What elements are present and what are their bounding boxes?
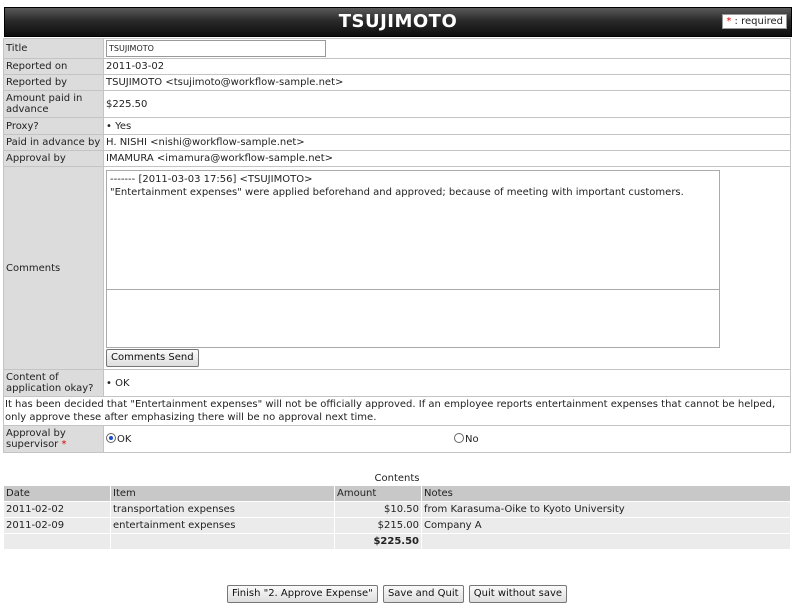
- amount-value: $225.50: [103, 90, 791, 118]
- comments-send-button[interactable]: Comments Send: [106, 348, 199, 367]
- row-date: 2011-02-02: [3, 501, 111, 518]
- proxy-value: • Yes: [103, 117, 791, 135]
- table-row: 2011-02-09 entertainment expenses $215.0…: [3, 517, 791, 534]
- option-no[interactable]: No: [454, 433, 479, 445]
- proxy-value-text: Yes: [115, 120, 132, 132]
- contents-title: Contents: [374, 473, 420, 484]
- option-ok-text: OK: [117, 434, 132, 445]
- page-title: TSUJIMOTO: [338, 11, 458, 32]
- row-notes: from Karasuma-Oike to Kyoto University: [421, 501, 791, 518]
- col-amount: Amount: [334, 485, 422, 502]
- reported-by-value: TSUJIMOTO <tsujimoto@workflow-sample.net…: [103, 74, 791, 91]
- approval-by-value: IMAMURA <imamura@workflow-sample.net>: [103, 150, 791, 167]
- amount-label: Amount paid in advance: [3, 90, 104, 118]
- comment-body: "Entertainment expenses" were applied be…: [110, 186, 684, 198]
- supervisor-label: Approval by supervisor *: [3, 425, 104, 453]
- finish-button[interactable]: Finish "2. Approve Expense": [226, 585, 378, 603]
- col-notes: Notes: [421, 485, 791, 502]
- reported-by-label: Reported by: [3, 74, 104, 91]
- reported-on-value: 2011-03-02: [103, 58, 791, 75]
- col-item: Item: [110, 485, 335, 502]
- table-row: 2011-02-02 transportation expenses $10.5…: [3, 501, 791, 518]
- paid-by-label: Paid in advance by: [3, 134, 104, 151]
- required-star: *: [61, 439, 67, 450]
- required-legend-text: : required: [734, 16, 783, 27]
- content-ok-label: Content of application okay?: [3, 369, 104, 397]
- total-amount: $225.50: [334, 533, 422, 550]
- row-item: entertainment expenses: [110, 517, 335, 534]
- title-label: Title: [3, 38, 104, 59]
- save-quit-button[interactable]: Save and Quit: [382, 585, 464, 603]
- row-notes: Company A: [421, 517, 791, 534]
- page-header: TSUJIMOTO * : required: [4, 7, 792, 37]
- expense-form: Title TSUJIMOTO Reported on 2011-03-02 R…: [3, 38, 791, 453]
- contents-table: Date Item Amount Notes 2011-02-02 transp…: [3, 485, 791, 550]
- supervisor-options: OK No: [103, 425, 791, 453]
- row-date: 2011-02-09: [3, 517, 111, 534]
- reported-on-label: Reported on: [3, 58, 104, 75]
- table-header-row: Date Item Amount Notes: [3, 485, 791, 502]
- col-date: Date: [3, 485, 111, 502]
- option-no-text: No: [465, 434, 479, 445]
- radio-ok[interactable]: [106, 433, 116, 443]
- row-amount: $215.00: [334, 517, 422, 534]
- content-ok-value-text: OK: [115, 377, 130, 389]
- table-total-row: $225.50: [3, 533, 791, 550]
- comment-header: ------- [2011-03-03 17:56] <TSUJIMOTO>: [110, 173, 313, 185]
- quit-without-save-button[interactable]: Quit without save: [468, 585, 568, 603]
- comment-input[interactable]: [106, 289, 720, 348]
- row-amount: $10.50: [334, 501, 422, 518]
- policy-notice: It has been decided that "Entertainment …: [3, 396, 791, 426]
- action-bar: Finish "2. Approve Expense" Save and Qui…: [0, 585, 794, 603]
- supervisor-label-text: Approval by supervisor: [6, 428, 66, 450]
- row-item: transportation expenses: [110, 501, 335, 518]
- option-ok[interactable]: OK: [106, 433, 454, 445]
- comments-log[interactable]: ------- [2011-03-03 17:56] <TSUJIMOTO> "…: [106, 169, 720, 290]
- bullet-icon: •: [106, 120, 116, 132]
- approval-by-label: Approval by: [3, 150, 104, 167]
- radio-no[interactable]: [454, 433, 464, 443]
- bullet-icon: •: [106, 377, 116, 389]
- required-star: *: [726, 16, 732, 27]
- proxy-label: Proxy?: [3, 117, 104, 135]
- paid-by-value: H. NISHI <nishi@workflow-sample.net>: [103, 134, 791, 151]
- comments-label: Comments: [3, 166, 104, 370]
- required-legend: * : required: [722, 14, 787, 29]
- title-input[interactable]: TSUJIMOTO: [106, 40, 326, 57]
- content-ok-value: • OK: [103, 369, 791, 397]
